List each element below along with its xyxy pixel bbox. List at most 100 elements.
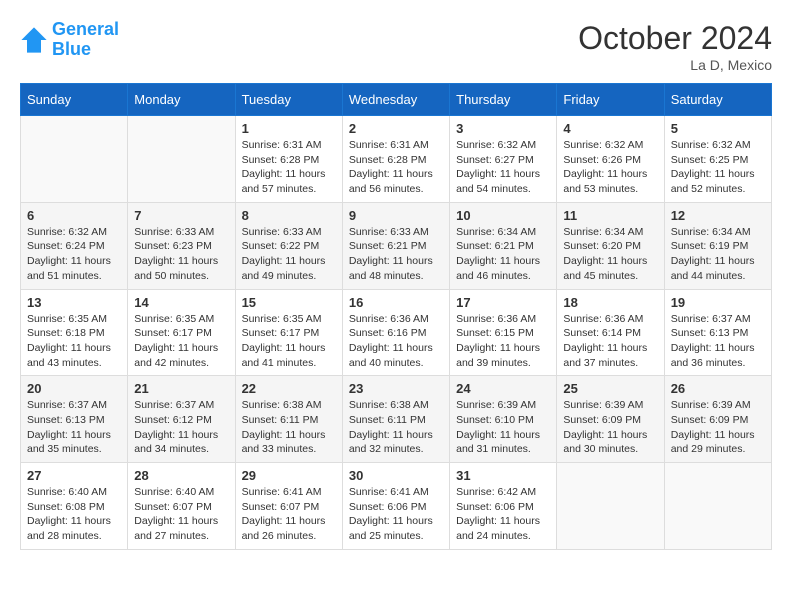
day-number: 17 [456,295,550,310]
weekday-header-wednesday: Wednesday [342,84,449,116]
day-number: 31 [456,468,550,483]
day-number: 15 [242,295,336,310]
calendar-cell [21,116,128,203]
day-number: 14 [134,295,228,310]
day-number: 24 [456,381,550,396]
page-header: General Blue October 2024 La D, Mexico [20,20,772,73]
logo-text: General Blue [52,20,119,60]
day-number: 26 [671,381,765,396]
day-info: Sunrise: 6:34 AM Sunset: 6:20 PM Dayligh… [563,225,657,284]
day-number: 8 [242,208,336,223]
day-info: Sunrise: 6:33 AM Sunset: 6:22 PM Dayligh… [242,225,336,284]
calendar-week-4: 20 Sunrise: 6:37 AM Sunset: 6:13 PM Dayli… [21,376,772,463]
weekday-header-row: SundayMondayTuesdayWednesdayThursdayFrid… [21,84,772,116]
day-info: Sunrise: 6:40 AM Sunset: 6:08 PM Dayligh… [27,485,121,544]
day-info: Sunrise: 6:40 AM Sunset: 6:07 PM Dayligh… [134,485,228,544]
location: La D, Mexico [578,57,772,73]
calendar-cell: 14 Sunrise: 6:35 AM Sunset: 6:17 PM Dayli… [128,289,235,376]
day-info: Sunrise: 6:34 AM Sunset: 6:19 PM Dayligh… [671,225,765,284]
calendar-week-2: 6 Sunrise: 6:32 AM Sunset: 6:24 PM Daylig… [21,202,772,289]
calendar-cell: 5Sunrise: 6:32 AM Sunset: 6:25 PM Daylig… [664,116,771,203]
calendar-cell: 6 Sunrise: 6:32 AM Sunset: 6:24 PM Daylig… [21,202,128,289]
day-info: Sunrise: 6:39 AM Sunset: 6:09 PM Dayligh… [671,398,765,457]
calendar-cell: 9 Sunrise: 6:33 AM Sunset: 6:21 PM Daylig… [342,202,449,289]
day-number: 23 [349,381,443,396]
weekday-header-saturday: Saturday [664,84,771,116]
day-number: 9 [349,208,443,223]
day-info: Sunrise: 6:39 AM Sunset: 6:10 PM Dayligh… [456,398,550,457]
calendar-cell: 7 Sunrise: 6:33 AM Sunset: 6:23 PM Daylig… [128,202,235,289]
day-number: 16 [349,295,443,310]
title-block: October 2024 La D, Mexico [578,20,772,73]
calendar-cell: 30Sunrise: 6:41 AM Sunset: 6:06 PM Dayli… [342,463,449,550]
day-number: 1 [242,121,336,136]
calendar-cell: 3 Sunrise: 6:32 AM Sunset: 6:27 PM Daylig… [450,116,557,203]
day-info: Sunrise: 6:31 AM Sunset: 6:28 PM Dayligh… [349,138,443,197]
day-info: Sunrise: 6:34 AM Sunset: 6:21 PM Dayligh… [456,225,550,284]
day-info: Sunrise: 6:31 AM Sunset: 6:28 PM Dayligh… [242,138,336,197]
calendar-cell: 4 Sunrise: 6:32 AM Sunset: 6:26 PM Daylig… [557,116,664,203]
day-number: 27 [27,468,121,483]
calendar-cell: 25Sunrise: 6:39 AM Sunset: 6:09 PM Dayli… [557,376,664,463]
day-info: Sunrise: 6:33 AM Sunset: 6:21 PM Dayligh… [349,225,443,284]
day-number: 29 [242,468,336,483]
calendar-cell: 22 Sunrise: 6:38 AM Sunset: 6:11 PM Dayli… [235,376,342,463]
day-number: 7 [134,208,228,223]
day-info: Sunrise: 6:35 AM Sunset: 6:17 PM Dayligh… [134,312,228,371]
day-info: Sunrise: 6:37 AM Sunset: 6:12 PM Dayligh… [134,398,228,457]
day-info: Sunrise: 6:41 AM Sunset: 6:07 PM Dayligh… [242,485,336,544]
calendar-cell: 24 Sunrise: 6:39 AM Sunset: 6:10 PM Dayli… [450,376,557,463]
calendar-cell: 19Sunrise: 6:37 AM Sunset: 6:13 PM Dayli… [664,289,771,376]
day-info: Sunrise: 6:38 AM Sunset: 6:11 PM Dayligh… [242,398,336,457]
calendar-cell: 28Sunrise: 6:40 AM Sunset: 6:07 PM Dayli… [128,463,235,550]
day-info: Sunrise: 6:37 AM Sunset: 6:13 PM Dayligh… [27,398,121,457]
calendar-cell: 26 Sunrise: 6:39 AM Sunset: 6:09 PM Dayli… [664,376,771,463]
day-number: 19 [671,295,765,310]
calendar-cell: 2 Sunrise: 6:31 AM Sunset: 6:28 PM Daylig… [342,116,449,203]
day-number: 10 [456,208,550,223]
calendar-cell: 18 Sunrise: 6:36 AM Sunset: 6:14 PM Dayli… [557,289,664,376]
day-info: Sunrise: 6:32 AM Sunset: 6:24 PM Dayligh… [27,225,121,284]
calendar-cell [557,463,664,550]
day-info: Sunrise: 6:38 AM Sunset: 6:11 PM Dayligh… [349,398,443,457]
calendar-week-1: 1 Sunrise: 6:31 AM Sunset: 6:28 PM Daylig… [21,116,772,203]
day-number: 6 [27,208,121,223]
weekday-header-thursday: Thursday [450,84,557,116]
day-number: 4 [563,121,657,136]
day-number: 20 [27,381,121,396]
day-number: 11 [563,208,657,223]
day-number: 13 [27,295,121,310]
day-number: 2 [349,121,443,136]
calendar-table: SundayMondayTuesdayWednesdayThursdayFrid… [20,83,772,550]
calendar-cell: 8 Sunrise: 6:33 AM Sunset: 6:22 PM Daylig… [235,202,342,289]
logo-icon [20,26,48,54]
calendar-cell: 29 Sunrise: 6:41 AM Sunset: 6:07 PM Dayli… [235,463,342,550]
calendar-week-5: 27 Sunrise: 6:40 AM Sunset: 6:08 PM Dayli… [21,463,772,550]
calendar-cell: 31 Sunrise: 6:42 AM Sunset: 6:06 PM Dayli… [450,463,557,550]
calendar-cell: 21Sunrise: 6:37 AM Sunset: 6:12 PM Dayli… [128,376,235,463]
day-info: Sunrise: 6:32 AM Sunset: 6:26 PM Dayligh… [563,138,657,197]
logo-line2: Blue [52,40,119,60]
calendar-cell: 10 Sunrise: 6:34 AM Sunset: 6:21 PM Dayli… [450,202,557,289]
day-info: Sunrise: 6:36 AM Sunset: 6:14 PM Dayligh… [563,312,657,371]
calendar-cell: 16Sunrise: 6:36 AM Sunset: 6:16 PM Dayli… [342,289,449,376]
weekday-header-friday: Friday [557,84,664,116]
day-number: 5 [671,121,765,136]
day-info: Sunrise: 6:33 AM Sunset: 6:23 PM Dayligh… [134,225,228,284]
day-number: 12 [671,208,765,223]
day-number: 3 [456,121,550,136]
calendar-cell: 13Sunrise: 6:35 AM Sunset: 6:18 PM Dayli… [21,289,128,376]
calendar-cell: 1 Sunrise: 6:31 AM Sunset: 6:28 PM Daylig… [235,116,342,203]
logo: General Blue [20,20,119,60]
calendar-cell: 23 Sunrise: 6:38 AM Sunset: 6:11 PM Dayli… [342,376,449,463]
day-number: 25 [563,381,657,396]
day-info: Sunrise: 6:42 AM Sunset: 6:06 PM Dayligh… [456,485,550,544]
calendar-cell [128,116,235,203]
day-number: 22 [242,381,336,396]
day-info: Sunrise: 6:36 AM Sunset: 6:15 PM Dayligh… [456,312,550,371]
day-info: Sunrise: 6:32 AM Sunset: 6:27 PM Dayligh… [456,138,550,197]
calendar-cell: 12 Sunrise: 6:34 AM Sunset: 6:19 PM Dayli… [664,202,771,289]
day-number: 18 [563,295,657,310]
weekday-header-sunday: Sunday [21,84,128,116]
calendar-cell: 11 Sunrise: 6:34 AM Sunset: 6:20 PM Dayli… [557,202,664,289]
